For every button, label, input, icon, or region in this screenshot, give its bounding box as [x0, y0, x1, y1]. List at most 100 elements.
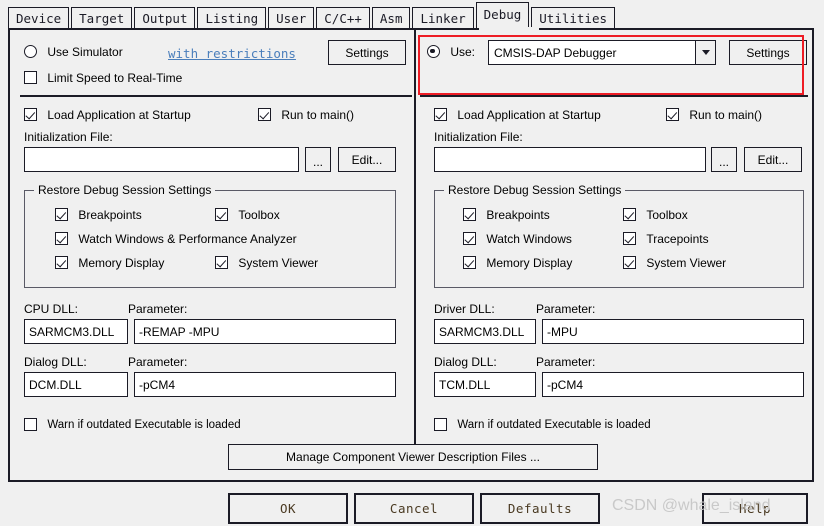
right-load-application-label: Load Application at Startup [457, 107, 601, 122]
right-browse-button[interactable]: ... [711, 147, 737, 172]
right-dialog-dll-input[interactable]: TCM.DLL [434, 372, 536, 397]
chevron-down-icon[interactable] [695, 41, 715, 64]
right-restore-system-viewer-option[interactable]: System Viewer [623, 255, 726, 270]
tab-asm[interactable]: Asm [371, 7, 411, 29]
tab-debug[interactable]: Debug [475, 2, 530, 28]
right-restore-watch-windows-label: Watch Windows [486, 231, 572, 246]
left-edit-button[interactable]: Edit... [338, 147, 396, 172]
manage-component-viewer-button[interactable]: Manage Component Viewer Description File… [228, 444, 598, 470]
left-restore-watch-windows-option[interactable]: Watch Windows & Performance Analyzer [55, 231, 297, 246]
tab-c-cpp[interactable]: C/C++ [316, 7, 370, 29]
ok-button[interactable]: OK [228, 493, 348, 524]
cpu-dll-input[interactable]: SARMCM3.DLL [24, 319, 128, 344]
left-restore-breakpoints-option[interactable]: Breakpoints [55, 207, 142, 222]
left-restore-memory-display-checkbox[interactable] [55, 256, 68, 270]
right-restore-system-viewer-label: System Viewer [646, 255, 727, 270]
left-restore-memory-display-option[interactable]: Memory Display [55, 255, 164, 270]
left-restore-breakpoints-checkbox[interactable] [55, 208, 68, 222]
cpu-dll-label: CPU DLL: [24, 302, 79, 316]
right-dialog-parameter-input[interactable]: -pCM4 [542, 372, 804, 397]
cpu-parameter-input[interactable]: -REMAP -MPU [134, 319, 396, 344]
tab-device[interactable]: Device [8, 7, 70, 29]
driver-section-divider [420, 95, 808, 97]
driver-dll-input[interactable]: SARMCM3.DLL [434, 319, 536, 344]
right-restore-toolbox-checkbox[interactable] [623, 208, 636, 222]
with-restrictions-link[interactable]: with restrictions [168, 46, 296, 61]
right-initialization-file-label: Initialization File: [434, 130, 523, 144]
left-restore-breakpoints-label: Breakpoints [78, 207, 142, 222]
settings-tab-bar: Device Target Output Listing User C/C++ … [8, 2, 617, 29]
tab-utilities[interactable]: Utilities [531, 7, 616, 29]
right-initialization-file-input[interactable] [434, 147, 706, 172]
left-restore-memory-display-label: Memory Display [78, 255, 165, 270]
defaults-button[interactable]: Defaults [480, 493, 600, 524]
left-restore-session-title: Restore Debug Session Settings [34, 183, 216, 197]
use-simulator-radio[interactable] [24, 45, 37, 59]
tab-output[interactable]: Output [134, 7, 196, 29]
left-warn-outdated-checkbox[interactable] [24, 418, 37, 432]
tab-user[interactable]: User [268, 7, 315, 29]
left-restore-system-viewer-label: System Viewer [238, 255, 319, 270]
right-restore-memory-display-label: Memory Display [486, 255, 573, 270]
left-initialization-file-input[interactable] [24, 147, 299, 172]
left-restore-watch-windows-checkbox[interactable] [55, 232, 68, 246]
left-dialog-dll-label: Dialog DLL: [24, 355, 87, 369]
driver-parameter-input[interactable]: -MPU [542, 319, 804, 344]
cancel-button[interactable]: Cancel [354, 493, 474, 524]
left-dialog-dll-input[interactable]: DCM.DLL [24, 372, 128, 397]
right-restore-watch-windows-option[interactable]: Watch Windows [463, 231, 572, 246]
right-restore-breakpoints-label: Breakpoints [486, 207, 550, 222]
left-run-to-main-option[interactable]: Run to main() [258, 107, 354, 122]
left-run-to-main-checkbox[interactable] [258, 108, 271, 122]
right-restore-tracepoints-checkbox[interactable] [623, 232, 636, 246]
right-restore-memory-display-checkbox[interactable] [463, 256, 476, 270]
left-restore-watch-windows-label: Watch Windows & Performance Analyzer [78, 231, 297, 246]
right-dialog-dll-label: Dialog DLL: [434, 355, 497, 369]
debugger-driver-value: CMSIS-DAP Debugger [494, 45, 617, 60]
left-dialog-parameter-input[interactable]: -pCM4 [134, 372, 396, 397]
right-load-application-option[interactable]: Load Application at Startup [434, 107, 601, 122]
left-load-application-checkbox[interactable] [24, 108, 37, 122]
right-run-to-main-label: Run to main() [689, 107, 763, 122]
right-warn-outdated-checkbox[interactable] [434, 418, 447, 432]
right-run-to-main-checkbox[interactable] [666, 108, 679, 122]
tab-target[interactable]: Target [71, 7, 133, 29]
left-restore-toolbox-checkbox[interactable] [215, 208, 228, 222]
use-driver-option[interactable]: Use: [427, 44, 475, 59]
simulator-settings-button[interactable]: Settings [328, 40, 406, 65]
use-simulator-option[interactable]: Use Simulator [24, 44, 123, 59]
use-driver-radio[interactable] [427, 45, 440, 59]
left-load-application-option[interactable]: Load Application at Startup [24, 107, 191, 122]
left-browse-button[interactable]: ... [305, 147, 331, 172]
left-run-to-main-label: Run to main() [281, 107, 355, 122]
right-restore-system-viewer-checkbox[interactable] [623, 256, 636, 270]
left-restore-toolbox-option[interactable]: Toolbox [215, 207, 280, 222]
right-restore-tracepoints-option[interactable]: Tracepoints [623, 231, 709, 246]
right-warn-outdated-option[interactable]: Warn if outdated Executable is loaded [434, 417, 651, 432]
left-warn-outdated-option[interactable]: Warn if outdated Executable is loaded [24, 417, 241, 432]
limit-speed-option[interactable]: Limit Speed to Real-Time [24, 70, 182, 85]
right-load-application-checkbox[interactable] [434, 108, 447, 122]
right-restore-toolbox-option[interactable]: Toolbox [623, 207, 688, 222]
simulator-section-divider [20, 95, 412, 97]
left-restore-system-viewer-option[interactable]: System Viewer [215, 255, 318, 270]
use-simulator-label: Use Simulator [47, 44, 123, 59]
right-edit-button[interactable]: Edit... [744, 147, 802, 172]
right-restore-breakpoints-option[interactable]: Breakpoints [463, 207, 550, 222]
left-dialog-parameter-label: Parameter: [128, 355, 188, 369]
tab-linker[interactable]: Linker [412, 7, 474, 29]
use-driver-label: Use: [450, 44, 476, 59]
dialog-button-bar: OK Cancel Defaults Help [0, 490, 824, 526]
tab-listing[interactable]: Listing [197, 7, 267, 29]
right-restore-watch-windows-checkbox[interactable] [463, 232, 476, 246]
right-restore-session-group: Restore Debug Session Settings Breakpoin… [434, 183, 804, 288]
driver-settings-button[interactable]: Settings [729, 40, 807, 65]
right-run-to-main-option[interactable]: Run to main() [666, 107, 762, 122]
right-restore-memory-display-option[interactable]: Memory Display [463, 255, 572, 270]
limit-speed-checkbox[interactable] [24, 71, 37, 85]
left-restore-system-viewer-checkbox[interactable] [215, 256, 228, 270]
right-restore-breakpoints-checkbox[interactable] [463, 208, 476, 222]
help-button[interactable]: Help [702, 493, 808, 524]
left-load-application-label: Load Application at Startup [47, 107, 191, 122]
debugger-driver-select[interactable]: CMSIS-DAP Debugger [488, 40, 716, 65]
